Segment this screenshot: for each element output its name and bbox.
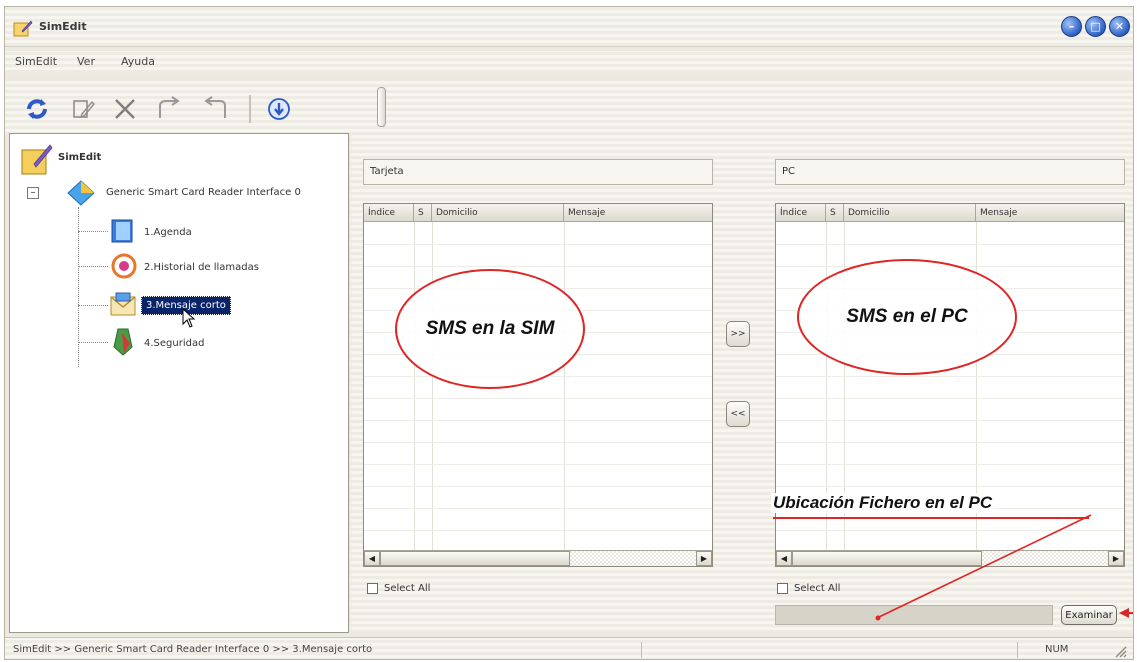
tree-connector — [78, 342, 108, 343]
tree-device-label[interactable]: Generic Smart Card Reader Interface 0 — [106, 187, 301, 198]
mouse-cursor-icon — [182, 308, 196, 328]
arrow-to-path-field — [878, 514, 1092, 618]
agenda-book-icon — [111, 219, 133, 243]
resize-grip-icon[interactable] — [1113, 644, 1127, 658]
delete-button[interactable] — [107, 93, 143, 125]
tree-connector — [78, 266, 108, 267]
card-reader-icon — [67, 180, 95, 206]
status-num: NUM — [1045, 644, 1069, 655]
edit-button[interactable] — [65, 93, 101, 125]
tree-connector — [78, 305, 108, 306]
info-button[interactable] — [261, 93, 297, 125]
status-separator — [641, 642, 642, 658]
redo-icon — [204, 96, 226, 118]
toolbar-separator — [249, 95, 251, 123]
tree-collapse-toggle[interactable]: – — [27, 187, 39, 199]
undo-button[interactable] — [151, 93, 187, 125]
toolbar — [5, 81, 1133, 135]
status-bar: SimEdit >> Generic Smart Card Reader Int… — [5, 637, 1133, 659]
edit-icon — [73, 100, 95, 119]
annotation-arrows — [875, 514, 1133, 621]
redo-button[interactable] — [197, 93, 233, 125]
delete-icon — [115, 99, 135, 119]
window-title: SimEdit — [39, 20, 87, 33]
arrow-dot — [875, 615, 881, 621]
info-icon — [268, 98, 290, 120]
tree-item-seguridad[interactable]: 4.Seguridad — [144, 338, 204, 349]
maximize-button[interactable]: □ — [1085, 16, 1106, 37]
tree-connector — [78, 231, 108, 232]
tree-root-label[interactable]: SimEdit — [58, 152, 101, 163]
close-button[interactable]: ✕ — [1109, 16, 1130, 37]
undo-icon — [159, 96, 180, 118]
tree-view: SimEdit – Generic Smart Card Reader Inte… — [9, 133, 349, 633]
status-path: SimEdit >> Generic Smart Card Reader Int… — [13, 644, 373, 655]
toolbar-grip[interactable] — [377, 87, 386, 127]
menu-ayuda[interactable]: Ayuda — [121, 55, 155, 68]
app-window: SimEdit – □ ✕ SimEdit Ver Ayuda SimEdit … — [4, 6, 1134, 660]
simedit-app-icon — [13, 20, 33, 37]
minimize-button[interactable]: – — [1061, 16, 1082, 37]
message-envelope-icon — [110, 292, 136, 316]
status-separator — [1017, 642, 1018, 658]
menu-bar: SimEdit Ver Ayuda — [5, 51, 1133, 73]
tree-item-agenda[interactable]: 1.Agenda — [144, 227, 192, 238]
menu-simedit[interactable]: SimEdit — [15, 55, 57, 68]
refresh-button[interactable] — [19, 93, 55, 125]
simedit-logo-icon — [21, 144, 53, 175]
transfer-area: Tarjeta Índice S Domicilio Mensaje ◀ ▶ S… — [351, 133, 1133, 633]
security-icon — [113, 328, 133, 356]
refresh-icon — [27, 99, 47, 119]
arrow-head — [1119, 608, 1129, 618]
tree-item-historial[interactable]: 2.Historial de llamadas — [144, 262, 259, 273]
title-bar[interactable]: SimEdit – □ ✕ — [5, 7, 1133, 47]
call-history-icon — [111, 253, 137, 279]
menu-ver[interactable]: Ver — [77, 55, 95, 68]
